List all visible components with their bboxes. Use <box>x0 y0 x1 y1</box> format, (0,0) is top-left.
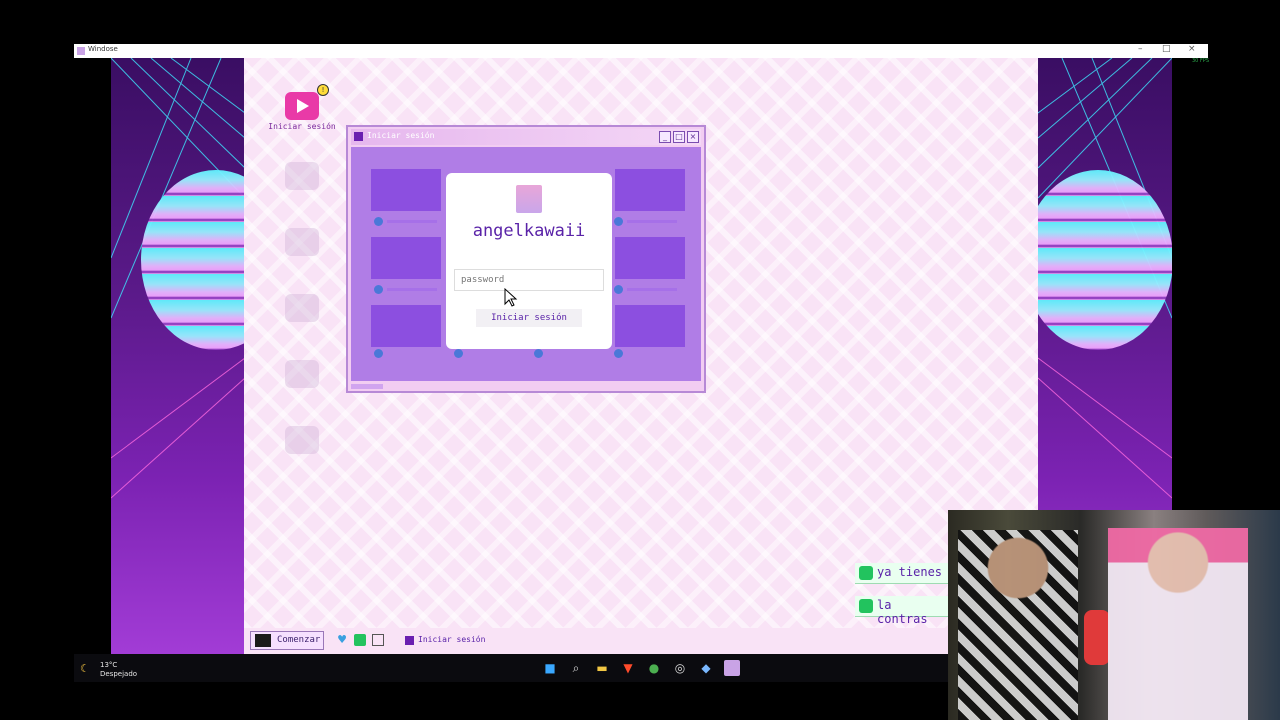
login-card: angelkawaii Iniciar sesión <box>446 173 612 349</box>
host-taskbar: ☾ 13°C Despejado ■ ⌕ ▬ ▼ ● ◎ ◆ <box>74 654 948 682</box>
taskbar-item-label: Iniciar sesión <box>418 635 486 644</box>
bg-tile <box>615 169 685 211</box>
bg-tile <box>371 237 441 279</box>
desktop-icon-faded <box>267 294 337 322</box>
microphone <box>1084 610 1110 665</box>
webcam-overlay <box>948 510 1280 720</box>
streamer-right <box>1108 528 1248 720</box>
login-window-title: Iniciar sesión <box>367 131 435 140</box>
windows-start-icon[interactable]: ■ <box>542 660 558 676</box>
windose-icon[interactable] <box>724 660 740 676</box>
play-app-icon: ! <box>285 84 329 120</box>
chat-text: ya tienes <box>877 565 943 579</box>
desktop-icon-faded <box>267 360 337 388</box>
close-button[interactable]: × <box>1188 44 1196 54</box>
login-window-body: angelkawaii Iniciar sesión <box>351 147 701 381</box>
weather-temp: 13°C <box>100 661 118 669</box>
window-icon <box>354 132 363 141</box>
login-button[interactable]: Iniciar sesión <box>476 309 582 327</box>
maximize-icon[interactable]: □ <box>673 131 685 143</box>
minimize-icon[interactable]: _ <box>659 131 671 143</box>
window-icon <box>405 636 414 645</box>
close-icon[interactable]: × <box>687 131 699 143</box>
user-avatar <box>516 185 542 213</box>
chat-text: la contras <box>877 598 928 626</box>
password-input[interactable] <box>454 269 604 291</box>
desktop-icon-faded <box>267 228 337 256</box>
monitor-icon[interactable] <box>372 634 384 646</box>
maximize-button[interactable]: □ <box>1162 44 1171 54</box>
desktop-icon-faded <box>267 426 337 454</box>
chat-notification[interactable]: ya tienes <box>855 563 948 584</box>
bg-tile <box>615 305 685 347</box>
start-logo-icon <box>255 634 271 647</box>
start-button[interactable]: Comenzar <box>250 631 324 650</box>
twitter-bird-icon[interactable]: ♥ <box>336 634 348 646</box>
chat-app-icon[interactable] <box>354 634 366 646</box>
desktop-icon-faded <box>267 162 337 190</box>
host-window-titlebar[interactable]: Windose – □ × <box>74 44 1208 58</box>
steam-icon[interactable]: ◆ <box>698 660 714 676</box>
weather-desc: Despejado <box>100 670 138 678</box>
chat-message-icon <box>859 566 873 580</box>
username: angelkawaii <box>472 221 586 241</box>
moon-icon: ☾ <box>80 662 90 675</box>
bg-tile <box>615 237 685 279</box>
folder-icon[interactable]: ▬ <box>594 660 610 676</box>
chat-message-icon <box>859 599 873 613</box>
app-icon <box>77 47 85 55</box>
streamer-left <box>958 530 1078 720</box>
obs-icon[interactable]: ◎ <box>672 660 688 676</box>
start-button-label: Comenzar <box>277 635 321 645</box>
brave-icon[interactable]: ▼ <box>620 660 636 676</box>
desktop-icon-iniciar-sesion[interactable]: ! Iniciar sesión <box>267 84 337 131</box>
host-window-title: Windose <box>88 45 118 53</box>
login-window: Iniciar sesión _ □ × angelkawaii Iniciar… <box>346 125 706 393</box>
login-window-titlebar[interactable]: Iniciar sesión _ □ × <box>351 129 701 145</box>
fps-counter: 30 FPS <box>1192 58 1210 64</box>
grid-lines-left <box>111 58 245 499</box>
alert-badge: ! <box>317 84 329 96</box>
bg-tile <box>371 169 441 211</box>
search-icon[interactable]: ⌕ <box>568 660 584 676</box>
desktop-icon-label: Iniciar sesión <box>268 122 336 131</box>
windose-taskbar: Comenzar ♥ Iniciar sesión <box>244 628 1038 654</box>
side-art-left <box>111 58 245 654</box>
bg-tile <box>371 305 441 347</box>
taskbar-item-iniciar-sesion[interactable]: Iniciar sesión <box>400 631 504 650</box>
chat-notification[interactable]: la contras <box>855 596 948 626</box>
window-resize-grip[interactable] <box>351 384 383 389</box>
minimize-button[interactable]: – <box>1138 44 1143 54</box>
chrome-icon[interactable]: ● <box>646 660 662 676</box>
mouse-cursor-icon <box>504 288 518 307</box>
